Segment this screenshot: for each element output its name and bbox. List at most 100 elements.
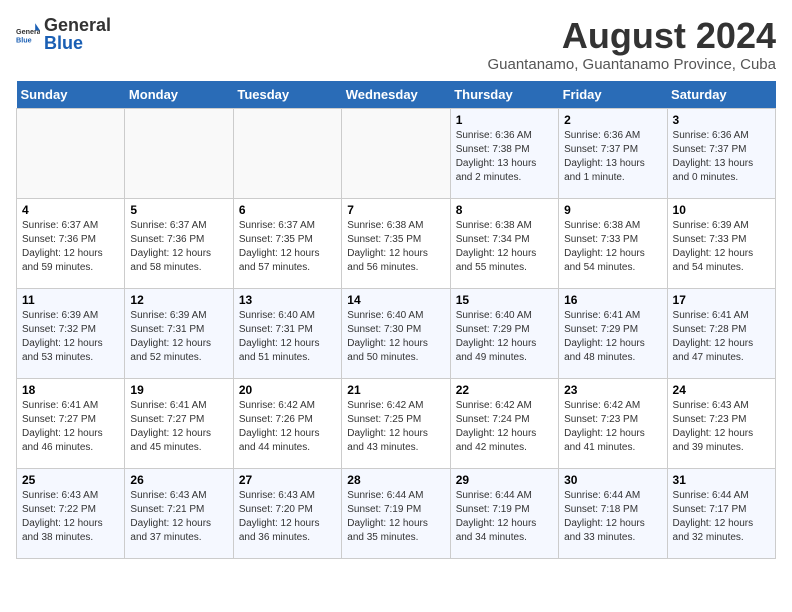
weekday-header-sunday: Sunday	[17, 81, 125, 109]
calendar-cell: 2 Sunrise: 6:36 AM Sunset: 7:37 PM Daylig…	[559, 108, 667, 198]
day-info: Sunrise: 6:41 AM Sunset: 7:27 PM Dayligh…	[22, 399, 119, 455]
calendar-cell: 31 Sunrise: 6:44 AM Sunset: 7:17 PM Dayli…	[667, 468, 775, 558]
day-number: 23	[564, 383, 661, 397]
day-number: 21	[347, 383, 444, 397]
day-info: Sunrise: 6:41 AM Sunset: 7:29 PM Dayligh…	[564, 309, 661, 365]
day-info: Sunrise: 6:42 AM Sunset: 7:25 PM Dayligh…	[347, 399, 444, 455]
calendar-header: SundayMondayTuesdayWednesdayThursdayFrid…	[17, 81, 776, 109]
weekday-header-thursday: Thursday	[450, 81, 558, 109]
day-number: 4	[22, 203, 119, 217]
calendar-cell: 9 Sunrise: 6:38 AM Sunset: 7:33 PM Daylig…	[559, 198, 667, 288]
day-number: 28	[347, 473, 444, 487]
day-info: Sunrise: 6:39 AM Sunset: 7:31 PM Dayligh…	[130, 309, 227, 365]
calendar-cell	[17, 108, 125, 198]
day-info: Sunrise: 6:38 AM Sunset: 7:33 PM Dayligh…	[564, 219, 661, 275]
calendar-cell: 24 Sunrise: 6:43 AM Sunset: 7:23 PM Dayli…	[667, 378, 775, 468]
day-info: Sunrise: 6:43 AM Sunset: 7:20 PM Dayligh…	[239, 489, 336, 545]
day-info: Sunrise: 6:44 AM Sunset: 7:19 PM Dayligh…	[347, 489, 444, 545]
logo: General Blue General Blue	[16, 16, 111, 52]
calendar-cell: 20 Sunrise: 6:42 AM Sunset: 7:26 PM Dayli…	[233, 378, 341, 468]
calendar-cell: 29 Sunrise: 6:44 AM Sunset: 7:19 PM Dayli…	[450, 468, 558, 558]
calendar-cell: 18 Sunrise: 6:41 AM Sunset: 7:27 PM Dayli…	[17, 378, 125, 468]
day-info: Sunrise: 6:44 AM Sunset: 7:17 PM Dayligh…	[673, 489, 770, 545]
calendar-cell: 13 Sunrise: 6:40 AM Sunset: 7:31 PM Dayli…	[233, 288, 341, 378]
calendar-cell: 27Sunrise: 6:43 AM Sunset: 7:20 PM Dayli…	[233, 468, 341, 558]
calendar-cell: 28 Sunrise: 6:44 AM Sunset: 7:19 PM Dayli…	[342, 468, 450, 558]
day-number: 5	[130, 203, 227, 217]
calendar-cell: 8 Sunrise: 6:38 AM Sunset: 7:34 PM Daylig…	[450, 198, 558, 288]
month-year-title: August 2024	[487, 16, 776, 56]
calendar-cell: 22 Sunrise: 6:42 AM Sunset: 7:24 PM Dayli…	[450, 378, 558, 468]
week-row-1: 1Sunrise: 6:36 AM Sunset: 7:38 PM Daylig…	[17, 108, 776, 198]
week-row-2: 4 Sunrise: 6:37 AM Sunset: 7:36 PM Daylig…	[17, 198, 776, 288]
day-number: 10	[673, 203, 770, 217]
weekday-row: SundayMondayTuesdayWednesdayThursdayFrid…	[17, 81, 776, 109]
day-number: 11	[22, 293, 119, 307]
calendar-cell: 19Sunrise: 6:41 AM Sunset: 7:27 PM Dayli…	[125, 378, 233, 468]
day-info: Sunrise: 6:42 AM Sunset: 7:24 PM Dayligh…	[456, 399, 553, 455]
calendar-cell: 7 Sunrise: 6:38 AM Sunset: 7:35 PM Daylig…	[342, 198, 450, 288]
day-info: Sunrise: 6:39 AM Sunset: 7:33 PM Dayligh…	[673, 219, 770, 275]
day-number: 26	[130, 473, 227, 487]
calendar-cell: 6Sunrise: 6:37 AM Sunset: 7:35 PM Daylig…	[233, 198, 341, 288]
calendar-cell: 5Sunrise: 6:37 AM Sunset: 7:36 PM Daylig…	[125, 198, 233, 288]
day-number: 7	[347, 203, 444, 217]
svg-text:Blue: Blue	[16, 35, 32, 44]
day-info: Sunrise: 6:42 AM Sunset: 7:23 PM Dayligh…	[564, 399, 661, 455]
day-info: Sunrise: 6:39 AM Sunset: 7:32 PM Dayligh…	[22, 309, 119, 365]
day-info: Sunrise: 6:44 AM Sunset: 7:18 PM Dayligh…	[564, 489, 661, 545]
weekday-header-wednesday: Wednesday	[342, 81, 450, 109]
day-info: Sunrise: 6:38 AM Sunset: 7:35 PM Dayligh…	[347, 219, 444, 275]
logo-text-blue: Blue	[44, 34, 111, 52]
day-number: 1	[456, 113, 553, 127]
day-info: Sunrise: 6:42 AM Sunset: 7:26 PM Dayligh…	[239, 399, 336, 455]
day-number: 6	[239, 203, 336, 217]
calendar-cell: 10 Sunrise: 6:39 AM Sunset: 7:33 PM Dayli…	[667, 198, 775, 288]
day-info: Sunrise: 6:38 AM Sunset: 7:34 PM Dayligh…	[456, 219, 553, 275]
week-row-5: 25Sunrise: 6:43 AM Sunset: 7:22 PM Dayli…	[17, 468, 776, 558]
day-number: 20	[239, 383, 336, 397]
day-number: 3	[673, 113, 770, 127]
calendar-cell: 4 Sunrise: 6:37 AM Sunset: 7:36 PM Daylig…	[17, 198, 125, 288]
weekday-header-tuesday: Tuesday	[233, 81, 341, 109]
day-number: 2	[564, 113, 661, 127]
day-info: Sunrise: 6:36 AM Sunset: 7:37 PM Dayligh…	[564, 129, 661, 185]
day-info: Sunrise: 6:40 AM Sunset: 7:31 PM Dayligh…	[239, 309, 336, 365]
logo-icon: General Blue	[16, 22, 40, 46]
day-info: Sunrise: 6:37 AM Sunset: 7:36 PM Dayligh…	[22, 219, 119, 275]
day-number: 25	[22, 473, 119, 487]
calendar-cell	[233, 108, 341, 198]
day-info: Sunrise: 6:43 AM Sunset: 7:23 PM Dayligh…	[673, 399, 770, 455]
day-number: 8	[456, 203, 553, 217]
calendar-cell: 23 Sunrise: 6:42 AM Sunset: 7:23 PM Dayli…	[559, 378, 667, 468]
week-row-4: 18 Sunrise: 6:41 AM Sunset: 7:27 PM Dayli…	[17, 378, 776, 468]
calendar-cell	[342, 108, 450, 198]
day-number: 30	[564, 473, 661, 487]
weekday-header-friday: Friday	[559, 81, 667, 109]
day-number: 18	[22, 383, 119, 397]
calendar-cell: 17 Sunrise: 6:41 AM Sunset: 7:28 PM Dayli…	[667, 288, 775, 378]
day-number: 9	[564, 203, 661, 217]
calendar-cell: 16Sunrise: 6:41 AM Sunset: 7:29 PM Dayli…	[559, 288, 667, 378]
calendar-table: SundayMondayTuesdayWednesdayThursdayFrid…	[16, 81, 776, 559]
calendar-cell: 25Sunrise: 6:43 AM Sunset: 7:22 PM Dayli…	[17, 468, 125, 558]
day-number: 31	[673, 473, 770, 487]
calendar-cell: 15Sunrise: 6:40 AM Sunset: 7:29 PM Dayli…	[450, 288, 558, 378]
day-number: 29	[456, 473, 553, 487]
calendar-cell: 26Sunrise: 6:43 AM Sunset: 7:21 PM Dayli…	[125, 468, 233, 558]
title-area: August 2024 Guantanamo, Guantanamo Provi…	[487, 16, 776, 73]
calendar-cell: 3 Sunrise: 6:36 AM Sunset: 7:37 PM Daylig…	[667, 108, 775, 198]
day-info: Sunrise: 6:41 AM Sunset: 7:28 PM Dayligh…	[673, 309, 770, 365]
calendar-cell: 14Sunrise: 6:40 AM Sunset: 7:30 PM Dayli…	[342, 288, 450, 378]
day-number: 22	[456, 383, 553, 397]
day-number: 17	[673, 293, 770, 307]
weekday-header-saturday: Saturday	[667, 81, 775, 109]
week-row-3: 11 Sunrise: 6:39 AM Sunset: 7:32 PM Dayli…	[17, 288, 776, 378]
day-number: 24	[673, 383, 770, 397]
header: General Blue General Blue August 2024 Gu…	[16, 16, 776, 73]
day-number: 13	[239, 293, 336, 307]
day-info: Sunrise: 6:44 AM Sunset: 7:19 PM Dayligh…	[456, 489, 553, 545]
logo-text-general: General	[44, 16, 111, 34]
day-info: Sunrise: 6:36 AM Sunset: 7:37 PM Dayligh…	[673, 129, 770, 185]
day-number: 12	[130, 293, 227, 307]
